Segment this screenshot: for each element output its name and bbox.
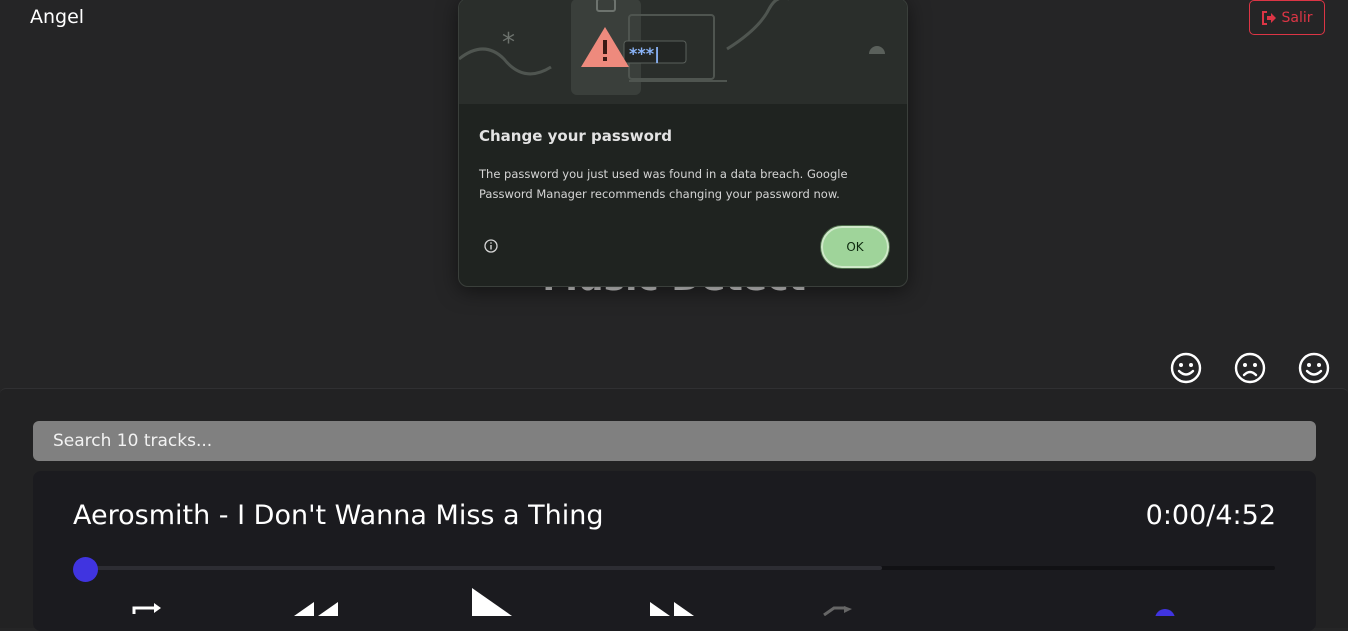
breach-illustration: * ***| — [459, 0, 907, 104]
username: Angel — [30, 6, 85, 28]
track-title: Aerosmith - I Don't Wanna Miss a Thing — [73, 500, 604, 531]
repeat-icon[interactable] — [128, 602, 168, 616]
progress-thumb[interactable] — [73, 557, 98, 582]
smile-icon[interactable] — [1170, 352, 1202, 384]
track-time: 0:00/4:52 — [1145, 500, 1276, 531]
progress-buffer — [85, 566, 883, 570]
frown-icon[interactable] — [1234, 352, 1266, 384]
fast-forward-icon[interactable] — [648, 602, 698, 616]
dialog-title: Change your password — [479, 127, 673, 145]
sign-out-icon — [1262, 10, 1277, 25]
rewind-icon[interactable] — [290, 602, 340, 616]
password-breach-dialog: * ***| Change your password The password… — [458, 0, 908, 287]
play-icon[interactable] — [470, 588, 514, 616]
logout-label: Salir — [1281, 9, 1313, 26]
svg-text:*: * — [502, 28, 515, 58]
ok-button[interactable]: OK — [821, 226, 889, 268]
logout-button[interactable]: Salir — [1249, 0, 1325, 35]
progress-bar[interactable] — [85, 566, 1275, 570]
smile-icon[interactable] — [1298, 352, 1330, 384]
dialog-body: The password you just used was found in … — [479, 167, 848, 201]
search-input[interactable] — [33, 421, 1316, 461]
masked-password-text: ***| — [629, 44, 660, 64]
info-icon[interactable] — [484, 239, 498, 253]
mood-selector — [1170, 352, 1330, 384]
